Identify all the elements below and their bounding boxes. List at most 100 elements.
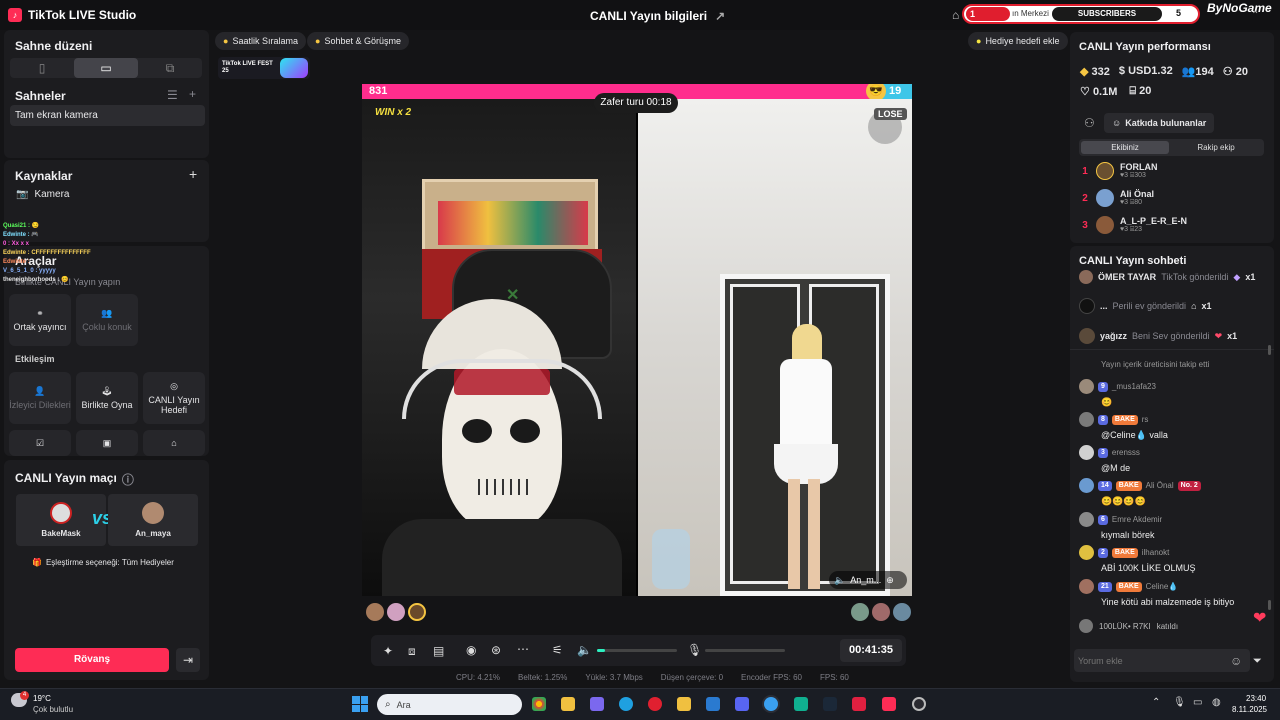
tray-chevron-icon[interactable]: ⌃ — [1152, 697, 1160, 708]
speaker-icon[interactable]: 🔈 — [577, 643, 592, 657]
gift-event: ... Perili ev gönderildi ⌂ x1 — [1079, 298, 1269, 314]
media-player-icon[interactable] — [852, 697, 866, 711]
avatar[interactable] — [893, 603, 911, 621]
taskbar-search[interactable]: ⌕ Ara — [377, 694, 522, 715]
add-scene-icon[interactable]: + — [189, 87, 196, 101]
mail-icon[interactable] — [706, 697, 720, 711]
rank-row[interactable]: 3 A_L-P_E-R_E-N ♥3 ⌸23 — [1080, 216, 1187, 234]
multi-guest-button[interactable]: 👥 Çoklu konuk — [76, 294, 138, 346]
live-fest-banner[interactable]: TikTok LIVE FEST 25 — [218, 57, 310, 79]
chat-message[interactable]: 9 _mus1afa23 😊 — [1079, 379, 1269, 408]
help-center-label[interactable]: ın Merkezi — [1012, 9, 1049, 18]
scene-item[interactable]: Tam ekran kamera — [10, 105, 205, 126]
gift-goal-chip[interactable]: ● Hediye hedefi ekle — [968, 32, 1068, 50]
rank-points: 80 — [1134, 199, 1143, 206]
folder-icon[interactable] — [677, 697, 691, 711]
chrome-icon[interactable] — [532, 697, 546, 711]
store-button[interactable]: ⌂ — [143, 430, 205, 456]
mic-tray-icon[interactable]: 🎙 — [1173, 697, 1186, 708]
player2-card[interactable]: An_maya — [108, 494, 198, 546]
tab-your-team[interactable]: Ekibiniz — [1081, 141, 1169, 154]
chat-message[interactable]: 14 BAKE Ali Önal No. 2 😊😊😊😊 — [1079, 478, 1269, 507]
network-tray-icon[interactable]: ◍ — [1212, 697, 1221, 708]
rematch-button[interactable]: Rövanş — [15, 648, 169, 672]
effects-icon[interactable]: ⧈ — [408, 644, 416, 659]
chat-message[interactable]: 21 BAKE Celine💧 Yine kötü abi malzemede iş … — [1079, 579, 1269, 607]
portrait-layout-icon[interactable]: ▯ — [10, 58, 74, 78]
comment-input[interactable] — [1078, 652, 1224, 669]
taskbar-date[interactable]: 8.11.2025 — [1232, 705, 1267, 714]
guest-name-chip[interactable]: 🔈 An_m... ⊕ — [829, 571, 907, 589]
join-text: katıldı — [1156, 621, 1179, 631]
taskbar-time[interactable]: 23:40 — [1246, 694, 1266, 703]
list-icon[interactable]: ☰ — [167, 88, 178, 102]
gaming-app-icon[interactable] — [794, 697, 808, 711]
teams-icon[interactable] — [590, 697, 604, 711]
archive-button[interactable]: ▣ — [76, 430, 138, 456]
play-together-button[interactable]: 🕹 Birlikte Oyna — [76, 372, 138, 424]
checklist-button[interactable]: ☑ — [9, 430, 71, 456]
level-badge: 9 — [1098, 381, 1108, 392]
landscape-layout-icon[interactable]: ▭ — [74, 58, 138, 78]
add-user-icon[interactable]: ⚇ — [1084, 116, 1095, 130]
dual-layout-icon[interactable]: ⧉ — [138, 58, 202, 78]
obs-icon[interactable] — [912, 697, 926, 711]
record-icon[interactable]: ◉ — [466, 643, 476, 657]
filter-icon[interactable]: ⏷ — [1253, 655, 1262, 668]
weather-temp[interactable]: 19°C — [33, 694, 51, 703]
emoji-icon[interactable]: ☺ — [1230, 654, 1242, 668]
volume-icon[interactable]: 🔈 — [834, 575, 845, 586]
tab-rival-team[interactable]: Rakip ekip — [1171, 141, 1261, 154]
live-info-title[interactable]: CANLI Yayın bilgileri ↗ — [590, 9, 725, 23]
avatar[interactable] — [408, 603, 426, 621]
tiktok-live-studio-icon[interactable] — [882, 697, 896, 711]
avatar[interactable] — [387, 603, 405, 621]
more-icon[interactable]: ⋯ — [517, 642, 529, 656]
scrollbar[interactable] — [1268, 600, 1271, 610]
window-chevron-icon[interactable]: ⌃ — [1251, 10, 1259, 21]
overlay-chat-line: 0 : Xx x x — [3, 241, 30, 247]
chat-message[interactable]: 2 BAKE ilhanokt ABİ 100K LİKE OLMUŞ — [1079, 545, 1269, 573]
chrome-active-icon[interactable] — [764, 697, 778, 711]
files-icon[interactable] — [561, 697, 575, 711]
match-setting[interactable]: 🎁 Eşleştirme seçeneği: Tüm Hediyeler — [32, 558, 174, 567]
steam-icon[interactable] — [823, 697, 837, 711]
exit-icon[interactable]: ⇥ — [176, 648, 200, 672]
microphone-icon[interactable]: 🎙 — [687, 643, 702, 657]
viewer-requests-button[interactable]: 👤 İzleyici Dilekleri — [9, 372, 71, 424]
gift-user: ÖMER TAYAR — [1098, 272, 1157, 282]
hourly-ranking-chip[interactable]: ● Saatlik Sıralama — [215, 32, 306, 50]
help-icon[interactable]: ⓘ — [122, 471, 134, 488]
add-source-icon[interactable]: + — [189, 166, 197, 182]
avatar[interactable] — [872, 603, 890, 621]
layout-icon[interactable]: ▤ — [433, 644, 444, 658]
weather-desc[interactable]: Çok bulutlu — [33, 705, 73, 714]
chat-call-chip[interactable]: ● Sohbet & Görüşme — [307, 32, 409, 50]
source-item[interactable]: 📷 Kamera — [16, 189, 69, 200]
settings-sliders-icon[interactable]: ⚟ — [552, 643, 563, 657]
share-icon[interactable]: ↗ — [715, 9, 725, 23]
camera-switch-icon[interactable]: ⊛ — [491, 643, 501, 657]
camera-icon: 📷 — [16, 189, 29, 200]
chat-message[interactable]: 3 erensss @M de — [1079, 445, 1269, 473]
mic-slider[interactable] — [705, 649, 785, 652]
start-icon[interactable] — [352, 696, 368, 712]
home-icon[interactable]: ⌂ — [952, 8, 959, 22]
avatar[interactable] — [851, 603, 869, 621]
avatar[interactable] — [366, 603, 384, 621]
discord-icon[interactable] — [735, 697, 749, 711]
scrollbar[interactable] — [1268, 345, 1271, 355]
edge-icon[interactable] — [619, 697, 633, 711]
live-goal-button[interactable]: ◎ CANLI Yayın Hedefi — [143, 372, 205, 424]
rank-row[interactable]: 2 Ali Önal ♥3 ⌸80 — [1080, 189, 1154, 207]
chat-message[interactable]: 6 Emre Akdemir kıymalı börek — [1079, 512, 1269, 540]
magic-wand-icon[interactable]: ✦ — [383, 644, 393, 658]
contributors-button[interactable]: ☺ Katkıda bulunanlar — [1104, 113, 1215, 133]
co-host-button[interactable]: ⚭ Ortak yayıncı — [9, 294, 71, 346]
rank-row[interactable]: 1 FORLAN ♥3 ⌸303 — [1080, 162, 1158, 180]
volume-slider[interactable] — [597, 649, 677, 652]
chat-message[interactable]: 8 BAKE rs @Celine💧 valla — [1079, 412, 1269, 441]
add-icon[interactable]: ⊕ — [886, 575, 894, 586]
display-tray-icon[interactable]: ▭ — [1193, 697, 1202, 708]
opera-icon[interactable] — [648, 697, 662, 711]
